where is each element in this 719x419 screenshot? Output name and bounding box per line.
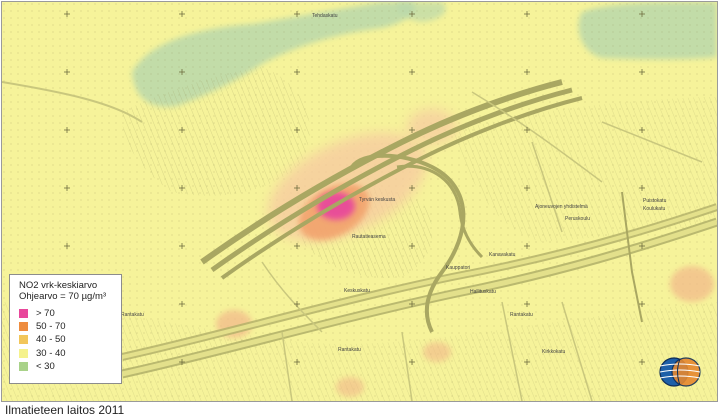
map-label: Tyrvän keskusta xyxy=(359,197,396,203)
legend-item: 30 - 40 xyxy=(19,347,121,360)
map-label: Peruskoulu xyxy=(565,216,591,222)
legend-item: 50 - 70 xyxy=(19,320,121,333)
map-label: Puistokatu xyxy=(643,198,667,204)
map-label: Hallituskatu xyxy=(470,289,496,295)
legend-item: 40 - 50 xyxy=(19,333,121,346)
map-frame[interactable]: Tyrvän keskusta Rautatieasema Kauppatori… xyxy=(1,1,718,402)
legend-item-label: > 70 xyxy=(36,308,55,320)
institute-logo-icon xyxy=(659,357,701,387)
map-label: Rantakatu xyxy=(338,347,361,353)
legend-swatch xyxy=(19,322,28,332)
credit-text: Ilmatieteen laitos 2011 xyxy=(5,403,125,417)
legend-item-label: 40 - 50 xyxy=(36,334,66,346)
legend: NO2 vrk-keskiarvo Ohjearvo = 70 µg/m³ > … xyxy=(9,274,122,384)
map-label: Tehdaskatu xyxy=(312,13,338,19)
legend-item-label: < 30 xyxy=(36,360,55,372)
legend-item-label: 50 - 70 xyxy=(36,321,66,333)
map-label: Koulukatu xyxy=(643,206,666,212)
map-label: Kanavakatu xyxy=(489,252,516,258)
legend-item: > 70 xyxy=(19,307,121,320)
legend-limit-text: Ohjearvo = 70 µg/m³ xyxy=(19,291,107,302)
legend-item-label: 30 - 40 xyxy=(36,347,66,359)
legend-swatch xyxy=(19,361,28,371)
legend-title: NO2 vrk-keskiarvo xyxy=(19,280,98,291)
map-label: Kirkkokatu xyxy=(542,349,566,355)
legend-swatch xyxy=(19,335,28,345)
map-label: Rantakatu xyxy=(121,312,144,318)
legend-swatch xyxy=(19,309,28,319)
legend-swatch xyxy=(19,348,28,358)
map-label: Rantakatu xyxy=(510,312,533,318)
map-label: Ajoneuvojen yhdistelmä xyxy=(535,204,588,210)
map-label: Rautatieasema xyxy=(352,234,386,240)
map-label: Kauppatori xyxy=(446,265,471,271)
legend-item: < 30 xyxy=(19,360,121,373)
map-label: Keskuskatu xyxy=(344,288,370,294)
